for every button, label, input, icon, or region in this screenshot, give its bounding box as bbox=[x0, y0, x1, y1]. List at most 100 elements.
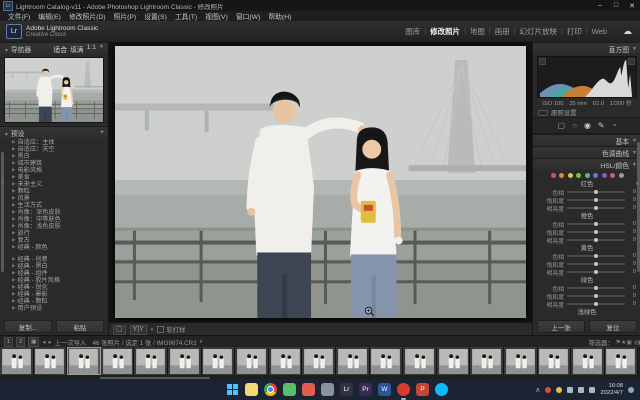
preset-folder[interactable]: ▶经典 - 颗粒 bbox=[0, 297, 108, 304]
preset-folder[interactable]: ▶颗粒 bbox=[0, 187, 108, 194]
before-after-icon[interactable]: Y|Y bbox=[130, 325, 147, 335]
filmstrip-thumbnail-17[interactable] bbox=[571, 347, 605, 375]
slider-track[interactable] bbox=[567, 231, 625, 233]
next-photo-icon[interactable]: ▸ bbox=[49, 339, 52, 346]
secondary-monitor-icon[interactable]: 2 bbox=[16, 337, 25, 347]
preset-folder[interactable]: ▶风景 bbox=[0, 194, 108, 201]
slider-红色-明亮度[interactable]: 明亮度0 bbox=[533, 204, 640, 212]
gray-app-icon[interactable] bbox=[321, 383, 334, 396]
powerpoint-icon[interactable]: P bbox=[416, 383, 429, 396]
slider-thumb[interactable] bbox=[594, 198, 598, 202]
slider-绿色-明亮度[interactable]: 明亮度0 bbox=[533, 300, 640, 308]
right-panel-collapse-icon[interactable]: ▸ bbox=[636, 180, 639, 187]
network-icon[interactable] bbox=[578, 387, 584, 393]
preset-folder[interactable]: ▶经典 - 黑白 bbox=[0, 262, 108, 269]
red-badge-icon[interactable] bbox=[545, 387, 551, 393]
maximize-button[interactable]: □ bbox=[608, 2, 624, 10]
filmstrip-thumbnail-18[interactable] bbox=[605, 347, 639, 375]
module-tab-4[interactable]: 幻灯片放映 bbox=[516, 26, 562, 37]
soft-proof-checkbox[interactable] bbox=[157, 326, 164, 333]
slider-thumb[interactable] bbox=[594, 302, 598, 306]
previous-photo-icon[interactable]: ◂ bbox=[42, 339, 45, 346]
preset-folder[interactable]: ▶自适应：天空 bbox=[0, 145, 108, 152]
filmstrip-thumbnail-5[interactable] bbox=[168, 347, 202, 375]
slider-黄色-明亮度[interactable]: 明亮度0 bbox=[533, 268, 640, 276]
slider-track[interactable] bbox=[567, 271, 625, 273]
preset-folder[interactable]: ▶电影风格 bbox=[0, 166, 108, 173]
filmstrip-thumbnail-7[interactable] bbox=[235, 347, 269, 375]
add-preset-button[interactable]: + bbox=[100, 129, 104, 136]
lightroom-icon[interactable]: Lr bbox=[340, 383, 353, 396]
close-button[interactable]: ✕ bbox=[624, 2, 640, 10]
menu-item-1[interactable]: 编辑(E) bbox=[34, 11, 65, 21]
preset-folder[interactable]: ▶复古 bbox=[0, 236, 108, 243]
chevron-down-icon[interactable]: ▾ bbox=[151, 327, 154, 333]
zoom-1-1[interactable]: 1:1 bbox=[87, 44, 96, 54]
tray-expand-icon[interactable]: ∧ bbox=[535, 386, 540, 394]
grid-view-icon[interactable]: ▦ bbox=[28, 337, 39, 347]
slider-thumb[interactable] bbox=[594, 238, 598, 242]
cloud-sync-icon[interactable]: ☁ bbox=[623, 26, 632, 37]
slider-track[interactable] bbox=[567, 191, 625, 193]
module-tab-1[interactable]: 修改照片 bbox=[426, 26, 464, 37]
photo[interactable] bbox=[115, 46, 526, 318]
preset-folder[interactable]: ▶经典 - 创意 bbox=[0, 255, 108, 262]
copy-settings-button[interactable]: 复制... bbox=[4, 320, 52, 333]
filmstrip-thumbnail-9[interactable] bbox=[302, 347, 336, 375]
filter-toggle[interactable] bbox=[634, 340, 640, 345]
filmstrip-thumbnail-4[interactable] bbox=[134, 347, 168, 375]
histogram[interactable] bbox=[537, 56, 637, 98]
color-swatch-2[interactable] bbox=[568, 173, 573, 178]
premiere-icon[interactable]: Pr bbox=[359, 383, 372, 396]
preset-folder[interactable]: ▶黑白 bbox=[0, 152, 108, 159]
slider-track[interactable] bbox=[567, 207, 625, 209]
slider-thumb[interactable] bbox=[594, 254, 598, 258]
filmstrip-thumbnail-10[interactable] bbox=[336, 347, 370, 375]
slider-thumb[interactable] bbox=[594, 270, 598, 274]
slider-thumb[interactable] bbox=[594, 294, 598, 298]
slider-thumb[interactable] bbox=[594, 206, 598, 210]
chrome-icon[interactable] bbox=[264, 383, 277, 396]
menu-item-5[interactable]: 工具(T) bbox=[171, 11, 201, 21]
color-swatch-7[interactable] bbox=[610, 173, 615, 178]
slider-track[interactable] bbox=[567, 199, 625, 201]
menu-item-3[interactable]: 照片(P) bbox=[110, 11, 141, 21]
highlight-clipping-icon[interactable] bbox=[628, 58, 635, 65]
primary-monitor-icon[interactable]: 1 bbox=[4, 337, 13, 347]
preset-folder[interactable]: ▶经典 - 晕影 bbox=[0, 290, 108, 297]
soft-proof-control[interactable]: 软打样 bbox=[157, 325, 185, 334]
explorer-icon[interactable] bbox=[245, 383, 258, 396]
slider-track[interactable] bbox=[567, 263, 625, 265]
color-swatch-1[interactable] bbox=[559, 173, 564, 178]
left-panel-collapse-icon[interactable]: ◂ bbox=[1, 180, 4, 187]
slider-track[interactable] bbox=[567, 287, 625, 289]
yellow-badge-icon[interactable] bbox=[556, 387, 562, 393]
slider-track[interactable] bbox=[567, 295, 625, 297]
zoom-cursor-icon[interactable] bbox=[364, 306, 375, 317]
filmstrip-thumbnail-12[interactable] bbox=[403, 347, 437, 375]
zoom-fit[interactable]: 适合 bbox=[53, 44, 67, 54]
taskbar-clock[interactable]: 16:08 2022/4/7 bbox=[600, 383, 623, 396]
mask-icon[interactable]: ◔ bbox=[612, 121, 617, 130]
heal-icon[interactable]: ○ bbox=[572, 121, 577, 130]
preset-folder[interactable]: ▶经典 - 锐化 bbox=[0, 283, 108, 290]
menu-item-8[interactable]: 帮助(H) bbox=[264, 11, 295, 21]
shadow-clipping-icon[interactable] bbox=[539, 58, 546, 65]
color-swatch-3[interactable] bbox=[576, 173, 581, 178]
preset-folder[interactable]: ▶肖像：浅色皮肤 bbox=[0, 222, 108, 229]
filmstrip-thumbnail-3[interactable] bbox=[101, 347, 135, 375]
slider-thumb[interactable] bbox=[594, 230, 598, 234]
menu-item-2[interactable]: 修改照片(D) bbox=[65, 11, 110, 21]
filmstrip-thumbnail-13[interactable] bbox=[437, 347, 471, 375]
slider-thumb[interactable] bbox=[594, 262, 598, 266]
paste-settings-button[interactable]: 粘贴 bbox=[56, 320, 104, 333]
color-swatch-0[interactable] bbox=[551, 173, 556, 178]
minimize-button[interactable]: – bbox=[592, 2, 608, 10]
preset-folder[interactable]: ▶未来主义 bbox=[0, 180, 108, 187]
filter-icon-2[interactable]: ▣ bbox=[626, 340, 632, 346]
filmstrip-thumbnail-6[interactable] bbox=[202, 347, 236, 375]
menu-item-4[interactable]: 设置(S) bbox=[140, 11, 171, 21]
module-tab-3[interactable]: 画册 bbox=[491, 26, 514, 37]
zoom-fill[interactable]: 填满 bbox=[70, 44, 84, 54]
volume-icon[interactable] bbox=[589, 387, 595, 393]
